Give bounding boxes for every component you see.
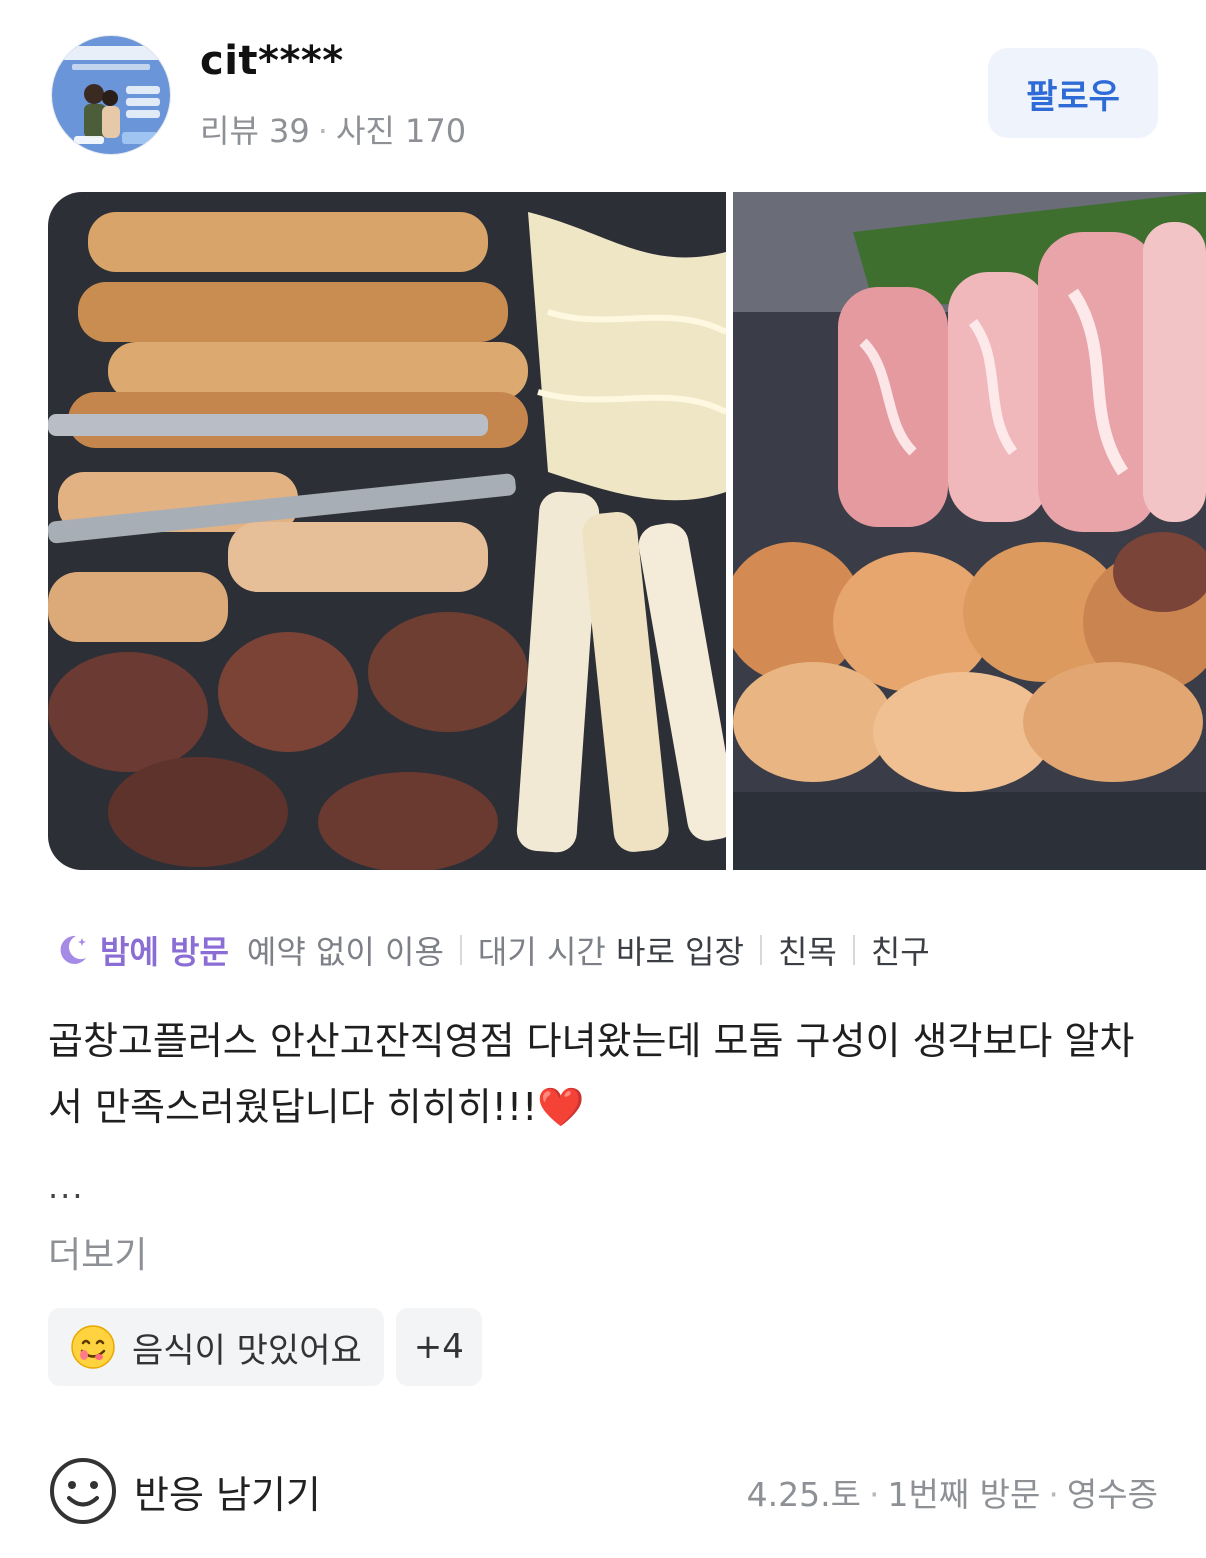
divider <box>459 935 462 965</box>
moon-icon <box>60 935 86 964</box>
avatar-image <box>52 36 170 154</box>
companion-value: 친구 <box>870 933 930 971</box>
wait-time-value: 바로 입장 <box>616 933 744 971</box>
follow-button[interactable]: 팔로우 <box>988 48 1158 138</box>
raw-pork-and-gopchang-photo <box>733 192 1206 870</box>
photo-count: 사진 170 <box>335 112 467 150</box>
grilled-gopchang-photo <box>48 192 726 870</box>
purpose-value: 친목 <box>777 933 837 971</box>
review-text: 곱창고플러스 안산고잔직영점 다녀왔는데 모둠 구성이 생각보다 알차서 만족스… <box>48 1019 1135 1129</box>
keyword-chip[interactable]: 음식이 맛있어요 <box>48 1308 384 1386</box>
avatar[interactable] <box>52 36 170 154</box>
visit-count: 1번째 방문 <box>887 1475 1041 1514</box>
receipt-label: 영수증 <box>1066 1475 1158 1514</box>
smile-icon <box>50 1458 116 1524</box>
divider <box>759 935 762 965</box>
visit-date: 4.25.토 <box>746 1475 861 1514</box>
separator-dot: · <box>868 1475 880 1514</box>
visit-info: 밤에 방문 예약 없이 이용 대기 시간 바로 입장 친목 친구 <box>52 922 930 978</box>
review-photo-1[interactable] <box>48 192 726 870</box>
review-photo-2[interactable] <box>733 192 1206 870</box>
reservation-label: 예약 없이 이용 <box>246 933 444 971</box>
visit-time: 밤에 방문 <box>100 933 229 971</box>
yum-face-icon <box>71 1325 115 1369</box>
divider <box>852 935 855 965</box>
separator-dot: · <box>1048 1475 1059 1514</box>
more-keywords-chip[interactable]: +4 <box>395 1308 482 1386</box>
user-stats: 리뷰 39 · 사진 170 <box>200 106 466 152</box>
react-button[interactable]: 반응 남기기 <box>48 1456 321 1526</box>
username[interactable]: cit**** <box>200 38 344 84</box>
review-ellipsis: ... <box>48 1168 85 1206</box>
separator-dot: · <box>317 112 328 150</box>
review-count: 리뷰 39 <box>200 112 310 150</box>
more-button[interactable]: 더보기 <box>48 1226 147 1278</box>
review-meta: 4.25.토 · 1번째 방문 · 영수증 <box>747 1468 1158 1516</box>
wait-time-label: 대기 시간 <box>477 933 606 971</box>
keyword-chips: 음식이 맛있어요 +4 <box>48 1308 482 1386</box>
react-label: 반응 남기기 <box>134 1472 321 1517</box>
keyword-label: 음식이 맛있어요 <box>132 1330 362 1371</box>
